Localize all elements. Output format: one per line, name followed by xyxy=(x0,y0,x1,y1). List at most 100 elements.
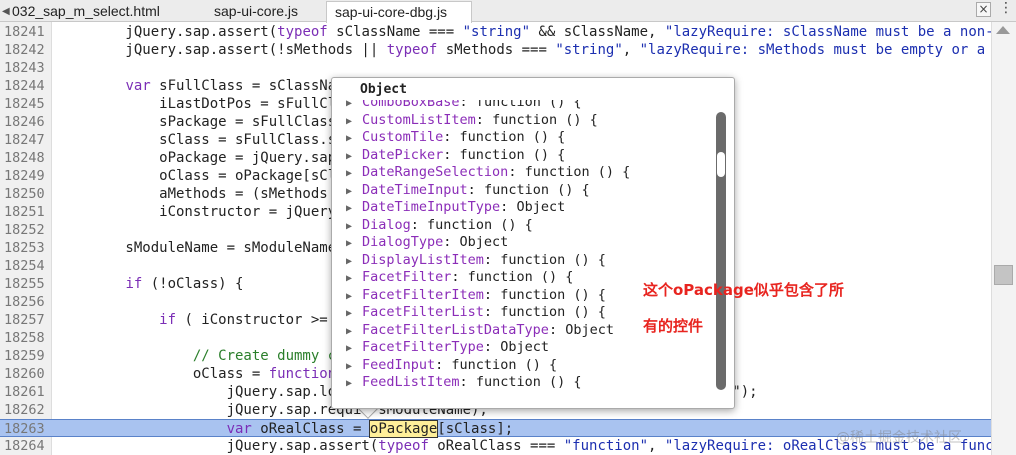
code-text[interactable]: jQuery.sap.assert(typeof sClassName === … xyxy=(58,23,1010,41)
scrollbar-thumb[interactable] xyxy=(994,265,1013,285)
code-text[interactable]: sClass = sFullClass.s xyxy=(58,131,336,149)
editor-vertical-scrollbar[interactable] xyxy=(991,22,1016,455)
property-name: FeedInput xyxy=(362,356,436,373)
object-property[interactable]: ▶ CustomListItem: function () { xyxy=(346,112,598,130)
code-text[interactable]: if (!oClass) { xyxy=(58,275,243,293)
line-number[interactable]: 18251 xyxy=(4,203,48,221)
line-number[interactable]: 18247 xyxy=(4,131,48,149)
popup-scrollbar[interactable] xyxy=(716,112,726,390)
property-value: Object xyxy=(459,234,509,250)
code-text[interactable]: oClass = function xyxy=(58,365,336,383)
line-number[interactable]: 18252 xyxy=(4,221,48,239)
line-number[interactable]: 18255 xyxy=(4,275,48,293)
property-separator: : xyxy=(483,304,501,320)
line-number[interactable]: 18262 xyxy=(4,401,48,419)
property-name: FacetFilterListDataType xyxy=(362,321,549,338)
line-number[interactable]: 18250 xyxy=(4,185,48,203)
expand-triangle-icon[interactable]: ▶ xyxy=(346,375,362,393)
tab-bar: ◀ 032_sap_m_select.html sap-ui-core.js s… xyxy=(0,0,1016,23)
annotation-line-1: 这个oPackage似乎包含了所 xyxy=(643,281,844,299)
code-line[interactable]: 18243 xyxy=(0,59,991,77)
object-property[interactable]: ▶ DateTimeInput: function () { xyxy=(346,182,590,200)
line-number[interactable]: 18242 xyxy=(4,41,48,59)
code-text[interactable]: sModuleName = sModuleName xyxy=(58,239,336,257)
line-number[interactable]: 18243 xyxy=(4,59,48,77)
line-number[interactable]: 18256 xyxy=(4,293,48,311)
line-number[interactable]: 18248 xyxy=(4,149,48,167)
object-property[interactable]: ▶ CustomTile: function () { xyxy=(346,129,565,147)
code-line[interactable]: 18241 jQuery.sap.assert(typeof sClassNam… xyxy=(0,23,1010,41)
line-number[interactable]: 18253 xyxy=(4,239,48,257)
code-text[interactable]: // Create dummy c xyxy=(58,347,336,365)
line-number[interactable]: 18244 xyxy=(4,77,48,95)
tab-sap-ui-core[interactable]: sap-ui-core.js xyxy=(206,1,324,22)
line-number[interactable]: 18260 xyxy=(4,365,48,383)
tab-sap-ui-core-dbg[interactable]: sap-ui-core-dbg.js xyxy=(326,1,472,23)
line-number[interactable]: 18257 xyxy=(4,311,48,329)
property-value: function () { xyxy=(500,251,606,268)
line-number[interactable]: 18263 xyxy=(4,420,48,438)
line-number[interactable]: 18241 xyxy=(4,23,48,41)
object-property[interactable]: ▶ DisplayListItem: function () { xyxy=(346,252,606,270)
object-property[interactable]: ▶ ComboBoxBase: function () { xyxy=(346,100,581,112)
property-separator: : xyxy=(443,234,460,250)
object-property[interactable]: ▶ DateTimeInputType: Object xyxy=(346,199,565,217)
line-number[interactable]: 18261 xyxy=(4,383,48,401)
expand-triangle-icon[interactable]: ▶ xyxy=(346,200,362,218)
property-value: function () { xyxy=(475,374,582,390)
object-property[interactable]: ▶ FacetFilterListDataType: Object xyxy=(346,322,614,340)
scroll-up-icon[interactable] xyxy=(996,26,1010,34)
property-name: DateTimeInputType xyxy=(362,199,501,215)
property-name: DateRangeSelection xyxy=(362,164,509,180)
line-number[interactable]: 18254 xyxy=(4,257,48,275)
expand-triangle-icon[interactable]: ▶ xyxy=(346,218,362,236)
expand-triangle-icon[interactable]: ▶ xyxy=(346,358,362,376)
expand-triangle-icon[interactable]: ▶ xyxy=(346,148,362,166)
code-text[interactable]: jQuery.sap.assert(!sMethods || typeof sM… xyxy=(58,41,1010,59)
object-property[interactable]: ▶ FacetFilterList: function () { xyxy=(346,304,606,322)
close-icon[interactable]: × xyxy=(976,2,991,17)
line-number[interactable]: 18258 xyxy=(4,329,48,347)
code-text[interactable]: sPackage = sFullClass xyxy=(58,113,336,131)
code-text[interactable]: if ( iConstructor >= xyxy=(58,311,328,329)
tab-arrow-icon: ◀ xyxy=(2,6,10,17)
object-property[interactable]: ▶ DatePicker: function () { xyxy=(346,147,565,165)
line-number[interactable]: 18264 xyxy=(4,437,48,455)
code-text[interactable]: iLastDotPos = sFullCl xyxy=(58,95,336,113)
object-property[interactable]: ▶ FeedListItem: function () { xyxy=(346,374,581,392)
expand-triangle-icon[interactable]: ▶ xyxy=(346,113,362,131)
code-text[interactable]: iConstructor = jQuery xyxy=(58,203,336,221)
object-property[interactable]: ▶ FacetFilter: function () { xyxy=(346,269,573,287)
more-tabs-icon[interactable]: ⋮ xyxy=(996,1,1016,17)
line-number[interactable]: 18245 xyxy=(4,95,48,113)
line-number[interactable]: 18249 xyxy=(4,167,48,185)
line-number[interactable]: 18259 xyxy=(4,347,48,365)
popup-scrollbar-thumb[interactable] xyxy=(717,152,725,177)
object-property[interactable]: ▶ FacetFilterItem: function () { xyxy=(346,287,606,305)
code-text[interactable]: var sFullClass = sClassNa xyxy=(58,77,336,95)
expand-triangle-icon[interactable]: ▶ xyxy=(346,270,362,288)
line-number[interactable]: 18246 xyxy=(4,113,48,131)
expand-triangle-icon[interactable]: ▶ xyxy=(346,235,362,253)
expand-triangle-icon[interactable]: ▶ xyxy=(346,288,362,306)
expand-triangle-icon[interactable]: ▶ xyxy=(346,183,362,201)
object-property[interactable]: ▶ FeedInput: function () { xyxy=(346,357,557,375)
tab-032-sap-m-select[interactable]: ◀ 032_sap_m_select.html xyxy=(2,1,204,22)
expand-triangle-icon[interactable]: ▶ xyxy=(346,165,362,183)
code-text[interactable]: oPackage = jQuery.sap xyxy=(58,149,336,167)
expand-triangle-icon[interactable]: ▶ xyxy=(346,305,362,323)
code-text[interactable]: var oRealClass = oPackage[sClass]; xyxy=(58,420,513,438)
code-line[interactable]: 18242 jQuery.sap.assert(!sMethods || typ… xyxy=(0,41,1011,59)
object-property[interactable]: ▶ FacetFilterType: Object xyxy=(346,339,549,357)
expand-triangle-icon[interactable]: ▶ xyxy=(346,323,362,341)
code-text[interactable]: aMethods = (sMethods xyxy=(58,185,336,203)
code-text[interactable]: oClass = oPackage[sCl xyxy=(58,167,336,185)
property-separator: : xyxy=(548,321,566,338)
expand-triangle-icon[interactable]: ▶ xyxy=(346,253,362,271)
object-property[interactable]: ▶ DateRangeSelection: function () { xyxy=(346,164,630,182)
property-separator: : xyxy=(467,181,484,198)
expand-triangle-icon[interactable]: ▶ xyxy=(346,130,362,148)
expand-triangle-icon[interactable]: ▶ xyxy=(346,340,362,358)
object-property[interactable]: ▶ DialogType: Object xyxy=(346,234,508,252)
object-property[interactable]: ▶ Dialog: function () { xyxy=(346,217,533,235)
